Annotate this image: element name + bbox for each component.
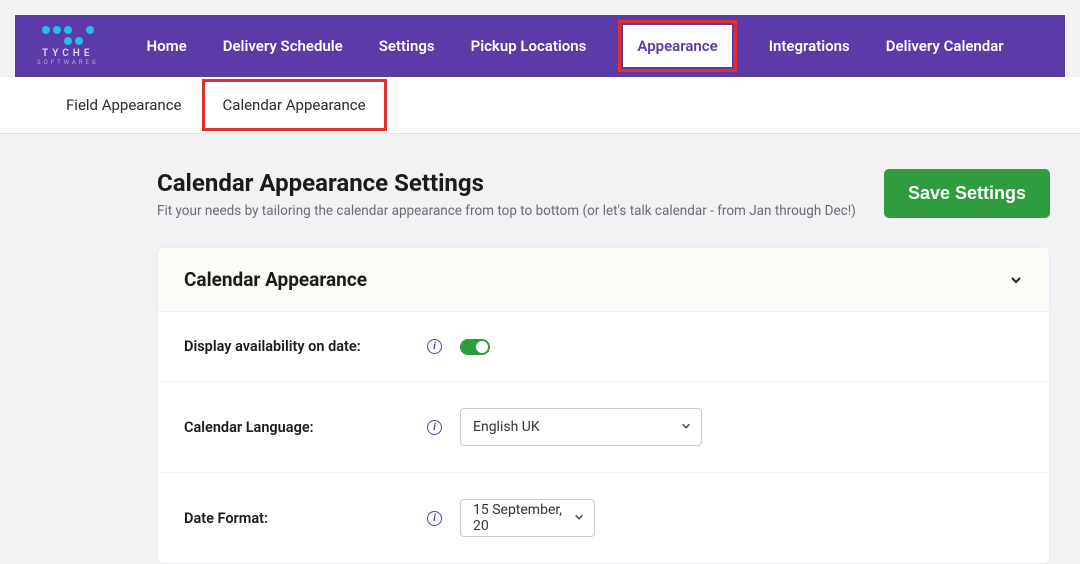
highlight-box-nav: Appearance bbox=[618, 20, 736, 72]
subtab-calendar-appearance[interactable]: Calendar Appearance bbox=[205, 82, 384, 128]
info-icon[interactable]: i bbox=[427, 339, 442, 354]
chevron-down-icon bbox=[681, 419, 691, 435]
top-nav: TYCHE SOFTWARES Home Delivery Schedule S… bbox=[15, 15, 1065, 77]
nav-settings[interactable]: Settings bbox=[361, 15, 453, 77]
label-display-availability: Display availability on date: bbox=[184, 338, 427, 355]
row-display-availability: Display availability on date: i bbox=[158, 312, 1049, 382]
chevron-down-icon bbox=[1009, 273, 1023, 287]
page-header: Calendar Appearance Settings Fit your ne… bbox=[157, 169, 1050, 219]
nav-pickup-locations[interactable]: Pickup Locations bbox=[453, 15, 605, 77]
brand-logo[interactable]: TYCHE SOFTWARES bbox=[37, 26, 98, 66]
select-value: 15 September, 20 bbox=[473, 502, 574, 534]
panel-header[interactable]: Calendar Appearance bbox=[158, 248, 1049, 312]
nav-home[interactable]: Home bbox=[128, 15, 204, 77]
nav-items: Home Delivery Schedule Settings Pickup L… bbox=[128, 15, 1021, 77]
panel-title: Calendar Appearance bbox=[184, 268, 367, 291]
nav-delivery-schedule[interactable]: Delivery Schedule bbox=[205, 15, 361, 77]
nav-integrations[interactable]: Integrations bbox=[751, 15, 868, 77]
logo-text: TYCHE bbox=[42, 48, 94, 59]
page-description: Fit your needs by tailoring the calendar… bbox=[157, 203, 856, 219]
subtab-field-appearance[interactable]: Field Appearance bbox=[46, 78, 202, 132]
label-date-format: Date Format: bbox=[184, 510, 427, 527]
calendar-appearance-panel: Calendar Appearance Display availability… bbox=[157, 247, 1050, 564]
logo-dots-icon bbox=[42, 26, 94, 45]
select-calendar-language[interactable]: English UK bbox=[460, 408, 702, 446]
row-date-format: Date Format: i 15 September, 20 bbox=[158, 473, 1049, 563]
row-calendar-language: Calendar Language: i English UK bbox=[158, 382, 1049, 473]
sub-tabs: Field Appearance Calendar Appearance bbox=[0, 77, 1080, 134]
page-title: Calendar Appearance Settings bbox=[157, 169, 856, 197]
select-value: English UK bbox=[473, 419, 540, 435]
page-header-text: Calendar Appearance Settings Fit your ne… bbox=[157, 169, 856, 219]
highlight-box-subtab: Calendar Appearance bbox=[202, 79, 387, 131]
nav-delivery-calendar[interactable]: Delivery Calendar bbox=[868, 15, 1022, 77]
page-content: Calendar Appearance Settings Fit your ne… bbox=[0, 134, 1080, 564]
info-icon[interactable]: i bbox=[427, 511, 442, 526]
select-date-format[interactable]: 15 September, 20 bbox=[460, 499, 595, 537]
chevron-down-icon bbox=[574, 510, 584, 526]
info-icon[interactable]: i bbox=[427, 420, 442, 435]
label-calendar-language: Calendar Language: bbox=[184, 419, 427, 436]
nav-appearance[interactable]: Appearance bbox=[623, 25, 731, 67]
toggle-display-availability[interactable] bbox=[460, 339, 490, 355]
save-settings-button[interactable]: Save Settings bbox=[884, 169, 1050, 218]
logo-subtext: SOFTWARES bbox=[37, 59, 98, 66]
